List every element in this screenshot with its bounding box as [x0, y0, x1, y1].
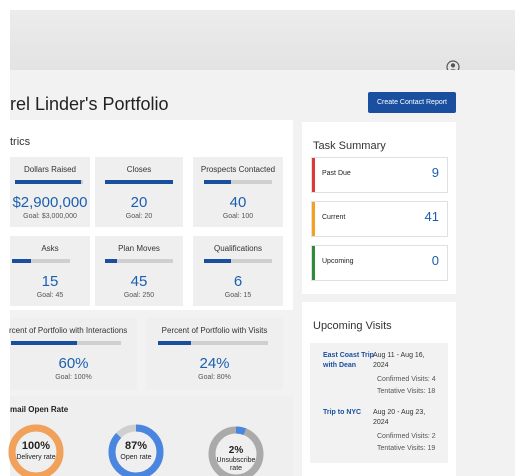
metric-goal: Goal: 45: [36, 292, 64, 299]
visit-name-link[interactable]: East Coast Trip with Dean: [323, 351, 374, 371]
status-stripe: [312, 202, 315, 236]
page-title: rel Linder's Portfolio: [10, 94, 169, 114]
donut-value: 2%: [229, 445, 244, 456]
visit-date-line2: 2024: [373, 362, 389, 369]
email-donuts: 100% Delivery rate 87% Open rate 2% Unsu…: [8, 424, 264, 476]
metric-tile-portfolio-interactions: rcent of Portfolio with Interactions 60%…: [9, 318, 137, 390]
metric-goal: Goal: 100: [222, 213, 254, 220]
task-row-upcoming[interactable]: Upcoming 0: [311, 245, 448, 281]
upcoming-visits-title: Upcoming Visits: [313, 320, 392, 332]
metric-value: 6: [233, 273, 243, 290]
metric-goal: Goal: 20: [125, 213, 153, 220]
progress-bar: [204, 259, 272, 263]
metric-value: 45: [130, 273, 148, 290]
donut-label: Open rate: [120, 454, 151, 461]
task-count: 41: [424, 209, 439, 224]
donut-label: Delivery rate: [16, 454, 55, 461]
progress-bar: [15, 180, 83, 184]
visit-name-line1[interactable]: East Coast Trip: [323, 351, 374, 361]
metric-goal: Goal: 100%: [55, 374, 92, 381]
metric-label: Dollars Raised: [23, 165, 77, 174]
donut-arc: [108, 424, 164, 476]
progress-bar: [12, 259, 70, 263]
metric-value: 40: [229, 194, 247, 211]
metric-goal: Goal: 80%: [198, 374, 231, 381]
metric-label: Plan Moves: [118, 244, 160, 253]
donut-label-line2: rate: [230, 465, 242, 472]
metric-tile-closes: Closes 20 Goal: 20: [95, 157, 183, 227]
task-row-past-due[interactable]: Past Due 9: [311, 157, 448, 193]
task-summary-title: Task Summary: [313, 140, 386, 152]
progress-fill: [11, 341, 77, 345]
metric-goal: Goal: $3,000,000: [23, 213, 77, 220]
progress-fill: [12, 259, 32, 263]
metric-label: rcent of Portfolio with Interactions: [9, 326, 128, 335]
visit-dates: Aug 11 - Aug 16, 2024: [373, 351, 425, 371]
visit-date-line2: 2024: [373, 419, 389, 426]
metric-tile-qualifications: Qualifications 6 Goal: 15: [193, 236, 283, 306]
metric-tile-portfolio-visits: Percent of Portfolio with Visits 24% Goa…: [146, 318, 283, 390]
visit-name-line2[interactable]: with Dean: [323, 361, 374, 371]
task-count: 0: [431, 253, 439, 268]
metric-label: Closes: [126, 165, 152, 174]
progress-bar: [158, 341, 268, 345]
progress-fill: [105, 180, 173, 184]
metric-label: Prospects Contacted: [200, 165, 276, 174]
visit-confirmed: Confirmed Visits: 4: [377, 376, 436, 383]
donut-unsubscribe-rate: 2% Unsubscribe rate: [208, 426, 264, 476]
progress-fill: [204, 259, 232, 263]
progress-fill: [15, 180, 81, 184]
visit-name-line1[interactable]: Trip to NYC: [323, 408, 361, 418]
visit-date-line1: Aug 11 - Aug 16,: [373, 352, 425, 359]
progress-bar: [204, 180, 272, 184]
metric-value: 15: [41, 273, 59, 290]
metric-tile-prospects-contacted: Prospects Contacted 40 Goal: 100: [193, 157, 283, 227]
visit-tentative: Tentative Visits: 19: [377, 445, 436, 452]
status-stripe: [312, 158, 315, 192]
metric-tile-plan-moves: Plan Moves 45 Goal: 250: [95, 236, 183, 306]
visit-confirmed: Confirmed Visits: 2: [377, 433, 436, 440]
visit-dates: Aug 20 - Aug 23, 2024: [373, 408, 425, 428]
email-section-title: mail Open Rate: [10, 405, 69, 414]
task-count: 9: [431, 165, 439, 180]
metric-value: 20: [130, 194, 148, 211]
create-contact-report-button[interactable]: Create Contact Report: [368, 92, 456, 113]
donut-open-rate: 87% Open rate: [108, 424, 164, 476]
task-label: Current: [322, 214, 346, 221]
header-banner: [10, 10, 515, 70]
task-label: Past Due: [322, 170, 351, 177]
progress-bar: [105, 180, 173, 184]
metric-label: Percent of Portfolio with Visits: [161, 326, 268, 335]
metric-tile-dollars-raised: Dollars Raised $2,900,000 Goal: $3,000,0…: [10, 157, 90, 227]
metrics-section-title: trics: [10, 136, 31, 148]
metric-tile-asks: Asks 15 Goal: 45: [10, 236, 90, 306]
progress-fill: [105, 259, 118, 263]
donut-delivery-rate: 100% Delivery rate: [8, 424, 64, 476]
metric-goal: Goal: 250: [123, 292, 155, 299]
visit-name-link[interactable]: Trip to NYC: [323, 408, 361, 418]
donut-value: 87%: [125, 440, 147, 452]
progress-bar: [105, 259, 173, 263]
task-label: Upcoming: [322, 258, 354, 265]
status-stripe: [312, 246, 315, 280]
donut-label-line1: Unsubscribe: [217, 457, 256, 464]
progress-bar: [11, 341, 121, 345]
task-row-current[interactable]: Current 41: [311, 201, 448, 237]
visit-date-line1: Aug 20 - Aug 23,: [373, 409, 426, 416]
visit-tentative: Tentative Visits: 18: [377, 388, 436, 395]
donut-arc: [8, 424, 64, 476]
donut-value: 100%: [22, 440, 50, 452]
metric-value: 24%: [199, 355, 230, 372]
metric-label: Asks: [41, 244, 59, 253]
metric-value: 60%: [58, 355, 89, 372]
metric-label: Qualifications: [213, 244, 263, 253]
metric-goal: Goal: 15: [224, 292, 252, 299]
progress-fill: [158, 341, 191, 345]
progress-fill: [204, 180, 232, 184]
metric-value: $2,900,000: [12, 194, 88, 211]
